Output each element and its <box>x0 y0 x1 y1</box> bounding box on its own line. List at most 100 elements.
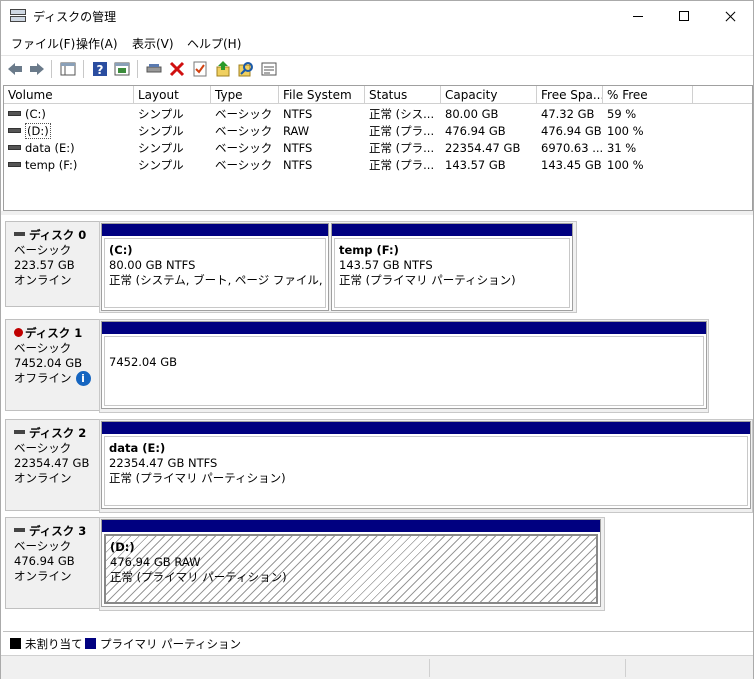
partition-status: 正常 (システム, ブート, ページ ファイル, アクティ <box>109 273 325 287</box>
disk-size: 476.94 GB <box>14 554 75 568</box>
disk-0-label[interactable]: ディスク 0 ベーシック 223.57 GB オンライン <box>5 221 101 307</box>
column-header-free-space[interactable]: Free Spa... <box>537 86 603 104</box>
drive-icon <box>8 128 21 133</box>
svg-text:?: ? <box>97 63 104 77</box>
disk-size: 7452.04 GB <box>14 356 83 370</box>
fs-cell: NTFS <box>283 141 313 155</box>
disk-name: ディスク 3 <box>29 524 87 538</box>
pct-cell: 100 % <box>607 158 644 172</box>
disk-1-label[interactable]: ディスク 1 ベーシック 7452.04 GB オフライン i <box>5 319 101 411</box>
disk-2-label[interactable]: ディスク 2 ベーシック 22354.47 GB オンライン <box>5 419 101 511</box>
column-header-file-system[interactable]: File System <box>279 86 365 104</box>
column-header-volume[interactable]: Volume <box>4 86 134 104</box>
partition-size: 80.00 GB NTFS <box>109 258 196 272</box>
capacity-cell: 476.94 GB <box>445 124 506 138</box>
delete-icon[interactable] <box>168 60 186 78</box>
upload-icon[interactable] <box>214 60 232 78</box>
free-cell: 476.94 GB <box>541 124 602 138</box>
table-row[interactable]: (D:) シンプル ベーシック RAW 正常 (プラ... 476.94 GB … <box>4 123 752 140</box>
disk-state: オンライン <box>14 569 72 583</box>
menu-view[interactable]: 表示(V) <box>132 35 174 52</box>
partition-c[interactable]: (C:) 80.00 GB NTFS 正常 (システム, ブート, ページ ファ… <box>101 223 329 311</box>
disk-type: ベーシック <box>14 243 72 257</box>
help-icon[interactable]: ? <box>91 60 109 78</box>
toolbar: ? <box>1 55 753 81</box>
volume-list[interactable]: Volume Layout Type File System Status Ca… <box>3 85 753 211</box>
partition-name: (D:) <box>110 540 135 554</box>
status-cell: 正常 (プラ... <box>369 124 435 138</box>
disk-state: オンライン <box>14 471 72 485</box>
column-header-percent-free[interactable]: % Free <box>603 86 693 104</box>
partition-status: 正常 (プライマリ パーティション) <box>110 570 287 584</box>
drive-icon <box>8 162 21 167</box>
capacity-cell: 80.00 GB <box>445 107 499 121</box>
fs-cell: NTFS <box>283 158 313 172</box>
view-icon[interactable] <box>260 60 278 78</box>
volume-name: (C:) <box>25 107 46 121</box>
status-bar <box>1 655 753 679</box>
partition-e[interactable]: data (E:) 22354.47 GB NTFS 正常 (プライマリ パーテ… <box>101 421 751 509</box>
connect-icon[interactable] <box>145 60 163 78</box>
search-icon[interactable] <box>237 60 255 78</box>
back-arrow-icon[interactable] <box>6 60 24 78</box>
type-cell: ベーシック <box>215 158 273 172</box>
capacity-cell: 143.57 GB <box>445 158 506 172</box>
status-pane <box>429 659 625 677</box>
free-cell: 6970.63 ... <box>541 141 603 155</box>
forward-arrow-icon[interactable] <box>28 60 46 78</box>
volume-name: temp (F:) <box>25 158 78 172</box>
menu-action[interactable]: 操作(A) <box>76 35 118 52</box>
column-header-status[interactable]: Status <box>365 86 441 104</box>
properties-icon[interactable] <box>113 60 131 78</box>
disk-icon <box>14 429 25 434</box>
layout-cell: シンプル <box>138 141 184 155</box>
partition-disk-1[interactable]: 7452.04 GB <box>101 321 707 409</box>
partition-f[interactable]: temp (F:) 143.57 GB NTFS 正常 (プライマリ パーティシ… <box>331 223 573 311</box>
volume-name: data (E:) <box>25 141 75 155</box>
offline-disk-icon <box>14 328 23 337</box>
status-cell: 正常 (プラ... <box>369 141 435 155</box>
maximize-button[interactable] <box>661 1 707 31</box>
legend: 未割り当て プライマリ パーティション <box>3 631 753 653</box>
menu-file[interactable]: ファイル(F) <box>11 35 75 52</box>
table-row[interactable]: data (E:) シンプル ベーシック NTFS 正常 (プラ... 2235… <box>4 140 752 157</box>
disk-3-label[interactable]: ディスク 3 ベーシック 476.94 GB オンライン <box>5 517 101 609</box>
legend-swatch-primary <box>85 638 96 649</box>
free-cell: 143.45 GB <box>541 158 602 172</box>
free-cell: 47.32 GB <box>541 107 595 121</box>
disk-name: ディスク 2 <box>29 426 87 440</box>
checklist-icon[interactable] <box>191 60 209 78</box>
minimize-button[interactable] <box>615 1 661 31</box>
column-header-layout[interactable]: Layout <box>134 86 211 104</box>
drive-icon <box>8 145 21 150</box>
minimize-icon <box>633 16 643 17</box>
disk-management-window: ディスクの管理 ファイル(F) 操作(A) 表示(V) ヘルプ(H) ? Vol… <box>0 0 754 679</box>
column-header-type[interactable]: Type <box>211 86 279 104</box>
disk-icon <box>14 527 25 532</box>
disk-type: ベーシック <box>14 539 72 553</box>
pct-cell: 100 % <box>607 124 644 138</box>
volume-list-header: Volume Layout Type File System Status Ca… <box>4 86 752 104</box>
info-icon[interactable]: i <box>75 371 91 386</box>
menu-help[interactable]: ヘルプ(H) <box>187 35 241 52</box>
legend-swatch-unallocated <box>10 638 21 649</box>
status-pane <box>625 659 753 677</box>
console-tree-icon[interactable] <box>59 60 77 78</box>
title-bar: ディスクの管理 <box>1 1 753 31</box>
window-title: ディスクの管理 <box>33 10 117 24</box>
table-row[interactable]: (C:) シンプル ベーシック NTFS 正常 (シス... 80.00 GB … <box>4 106 752 123</box>
pct-cell: 31 % <box>607 141 637 155</box>
status-cell: 正常 (プラ... <box>369 158 435 172</box>
column-header-capacity[interactable]: Capacity <box>441 86 537 104</box>
partition-name: (C:) <box>109 243 133 257</box>
disk-state: オンライン <box>14 273 72 287</box>
close-button[interactable] <box>707 1 753 31</box>
status-cell: 正常 (シス... <box>369 107 435 121</box>
layout-cell: シンプル <box>138 124 184 138</box>
volume-name: (D:) <box>25 123 51 139</box>
legend-label-unallocated: 未割り当て <box>25 637 83 651</box>
partition-d[interactable]: (D:) 476.94 GB RAW 正常 (プライマリ パーティション) <box>101 519 601 607</box>
table-row[interactable]: temp (F:) シンプル ベーシック NTFS 正常 (プラ... 143.… <box>4 157 752 174</box>
partition-size: 7452.04 GB <box>109 355 178 369</box>
disk-type: ベーシック <box>14 441 72 455</box>
